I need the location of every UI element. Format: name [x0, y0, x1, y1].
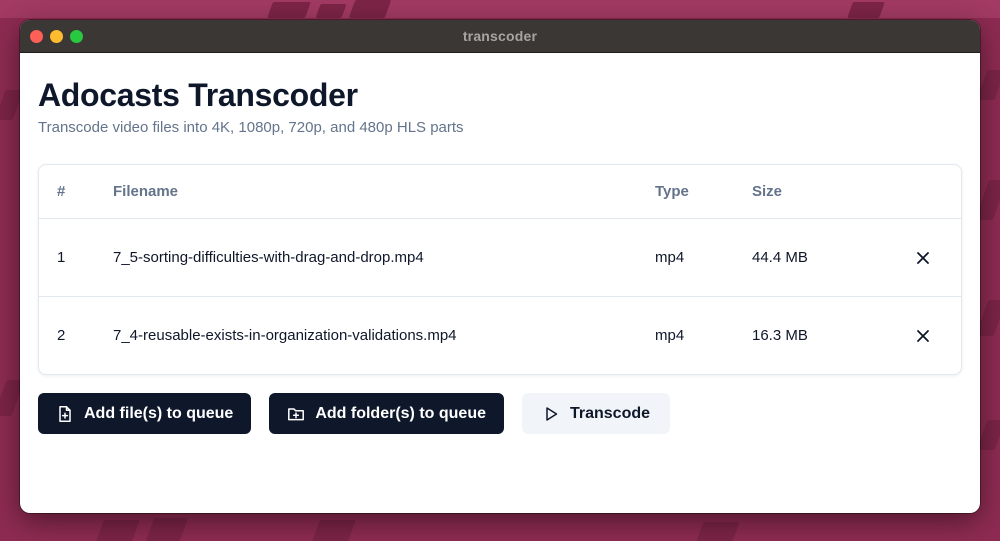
column-header-number: # [57, 183, 66, 200]
table-header-row: # Filename Type Size [39, 165, 961, 219]
transcode-button[interactable]: Transcode [521, 393, 671, 434]
row-size: 44.4 MB [752, 249, 808, 266]
remove-file-button[interactable] [911, 246, 935, 270]
row-type: mp4 [655, 249, 685, 266]
app-window: transcoder Adocasts Transcoder Transcode… [20, 20, 980, 513]
background-block [145, 518, 189, 541]
row-number: 1 [57, 249, 66, 266]
column-header-type: Type [655, 183, 689, 200]
close-icon [916, 329, 929, 342]
file-queue-table: # Filename Type Size 1 7_5-sorting-diffi… [38, 164, 962, 375]
background-block [315, 4, 347, 18]
background-block [312, 520, 356, 541]
row-actions [892, 246, 961, 270]
background-block [976, 420, 1000, 450]
window-title: transcoder [462, 28, 538, 44]
add-files-label: Add file(s) to queue [84, 404, 234, 422]
row-filename: 7_4-reusable-exists-in-organization-vali… [113, 327, 457, 344]
row-type: mp4 [655, 327, 685, 344]
title-bar: transcoder [20, 20, 980, 53]
transcode-label: Transcode [569, 404, 651, 422]
column-header-filename: Filename [113, 183, 179, 200]
page-subtitle: Transcode video files into 4K, 1080p, 72… [38, 119, 464, 136]
main-content: Adocasts Transcoder Transcode video file… [20, 53, 980, 434]
add-folders-button[interactable]: Add folder(s) to queue [269, 393, 504, 434]
action-bar: Add file(s) to queue Add folder(s) to qu… [38, 393, 962, 434]
row-actions [892, 324, 961, 348]
add-files-button[interactable]: Add file(s) to queue [38, 393, 252, 434]
row-size: 16.3 MB [752, 327, 808, 344]
background-block [348, 0, 392, 18]
folder-plus-icon [287, 405, 305, 423]
file-plus-icon [56, 405, 74, 423]
column-header-size: Size [752, 183, 783, 200]
remove-file-button[interactable] [911, 324, 935, 348]
page-title: Adocasts Transcoder [38, 77, 358, 113]
close-icon [916, 251, 929, 264]
table-row: 1 7_5-sorting-difficulties-with-drag-and… [39, 219, 961, 297]
row-number: 2 [57, 327, 66, 344]
background-block [976, 70, 1000, 100]
background-block [696, 522, 740, 541]
row-filename: 7_5-sorting-difficulties-with-drag-and-d… [113, 249, 424, 266]
add-folders-label: Add folder(s) to queue [315, 404, 486, 422]
background-block [267, 2, 311, 18]
background-block [847, 2, 885, 18]
background-block [96, 520, 140, 541]
table-row: 2 7_4-reusable-exists-in-organization-va… [39, 297, 961, 374]
play-icon [542, 405, 560, 423]
